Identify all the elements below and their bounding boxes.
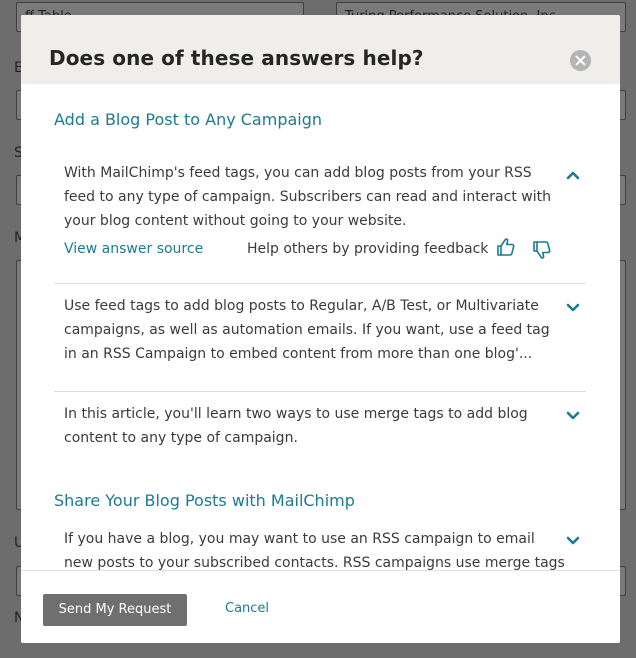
close-icon <box>575 55 586 66</box>
answers-modal: Does one of these answers help? Add a Bl… <box>21 15 620 643</box>
expand-toggle[interactable] <box>566 298 580 312</box>
view-answer-source-link[interactable]: View answer source <box>64 241 203 257</box>
expand-toggle[interactable] <box>566 406 580 420</box>
close-button[interactable] <box>570 50 591 71</box>
chevron-down-icon <box>566 536 580 545</box>
thumbs-down-icon <box>533 241 551 259</box>
answer-text: In this article, you'll learn two ways t… <box>64 406 528 446</box>
modal-body[interactable]: Add a Blog Post to Any Campaign With Mai… <box>21 84 620 570</box>
modal-header: Does one of these answers help? <box>21 15 620 84</box>
answer-text: With MailChimp's feed tags, you can add … <box>64 165 551 229</box>
answer-divider <box>54 391 586 392</box>
modal-footer: Send My Request Cancel <box>21 570 620 643</box>
chevron-down-icon <box>566 303 580 312</box>
thumbs-down-button[interactable] <box>532 240 552 260</box>
chevron-up-icon <box>566 171 580 180</box>
answer-divider <box>54 283 586 284</box>
chevron-down-icon <box>566 411 580 420</box>
section-title: Add a Blog Post to Any Campaign <box>54 110 323 129</box>
cancel-link[interactable]: Cancel <box>225 601 269 616</box>
collapse-toggle[interactable] <box>566 165 580 180</box>
section-title: Share Your Blog Posts with MailChimp <box>54 491 355 510</box>
thumbs-up-button[interactable] <box>496 237 516 257</box>
send-request-button[interactable]: Send My Request <box>43 594 187 626</box>
thumbs-up-icon <box>497 238 515 256</box>
answer-text: If you have a blog, you may want to use … <box>64 531 565 570</box>
modal-title: Does one of these answers help? <box>49 46 424 70</box>
expand-toggle[interactable] <box>566 531 580 545</box>
answer-text: Use feed tags to add blog posts to Regul… <box>64 298 550 362</box>
feedback-prompt: Help others by providing feedback <box>247 241 489 257</box>
